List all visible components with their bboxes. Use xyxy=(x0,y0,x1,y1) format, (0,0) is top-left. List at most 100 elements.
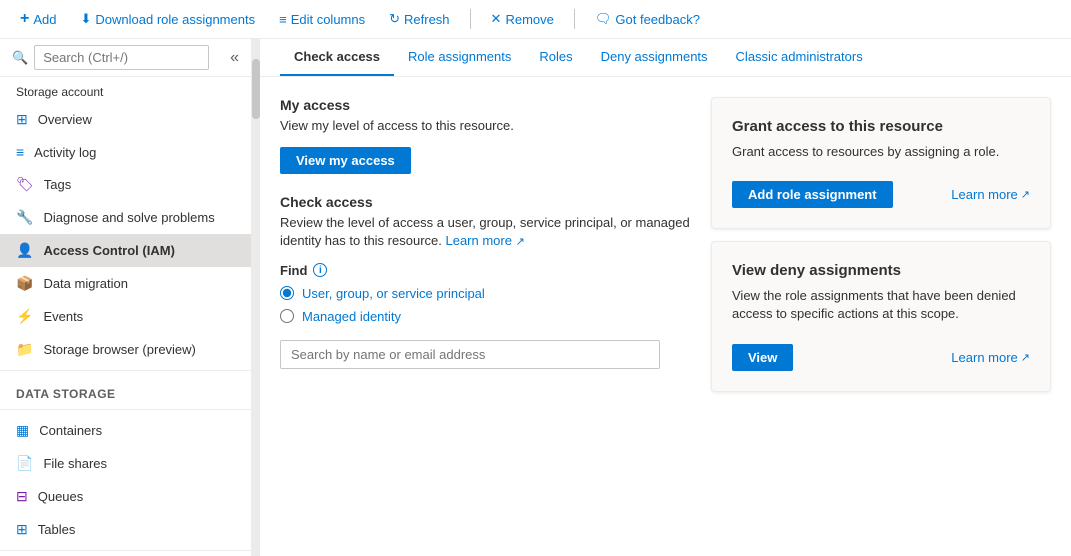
tag-icon: 🏷 xyxy=(16,176,34,193)
sidebar-divider-2 xyxy=(0,409,251,410)
remove-icon: ✕ xyxy=(491,11,502,27)
check-access-title: Check access xyxy=(280,194,691,210)
refresh-icon: ↻ xyxy=(389,11,400,27)
sidebar-scrollbar[interactable] xyxy=(252,39,260,556)
sidebar-item-fileshares-label: File shares xyxy=(43,456,107,471)
sidebar-item-browser[interactable]: 📁 Storage browser (preview) xyxy=(0,333,251,366)
toolbar: + Add ⬇ Download role assignments ≡ Edit… xyxy=(0,0,1071,39)
radio-managed-identity-input[interactable] xyxy=(280,309,294,323)
data-storage-header: Data storage xyxy=(0,375,251,405)
sidebar-divider-3 xyxy=(0,550,251,551)
add-button[interactable]: + Add xyxy=(12,6,64,32)
folder-icon: 📁 xyxy=(16,341,33,358)
sidebar-item-tables-label: Tables xyxy=(38,522,76,537)
refresh-button[interactable]: ↻ Refresh xyxy=(381,7,457,31)
sidebar-item-activity-log-label: Activity log xyxy=(34,145,96,160)
file-icon: 📄 xyxy=(16,455,33,472)
tab-classic-admins[interactable]: Classic administrators xyxy=(722,39,877,76)
collapse-button[interactable]: « xyxy=(230,49,239,67)
deny-card-footer: View Learn more ↗ xyxy=(732,344,1030,371)
grant-card-learn-more-link[interactable]: Learn more ↗ xyxy=(951,187,1030,202)
sidebar-item-migration[interactable]: 📦 Data migration xyxy=(0,267,251,300)
tab-roles[interactable]: Roles xyxy=(525,39,586,76)
find-label: Find i xyxy=(280,263,691,278)
radio-user-group[interactable]: User, group, or service principal xyxy=(280,286,691,301)
name-search-input[interactable] xyxy=(280,340,660,369)
add-role-assignment-button[interactable]: Add role assignment xyxy=(732,181,893,208)
edit-columns-button[interactable]: ≡ Edit columns xyxy=(271,8,373,31)
download-button[interactable]: ⬇ Download role assignments xyxy=(72,7,263,31)
right-panel: Grant access to this resource Grant acce… xyxy=(711,97,1051,536)
info-icon[interactable]: i xyxy=(313,263,327,277)
sidebar-item-overview[interactable]: ⊞ Overview xyxy=(0,103,251,136)
tab-deny-assignments[interactable]: Deny assignments xyxy=(587,39,722,76)
table-icon: ⊞ xyxy=(16,521,28,538)
sidebar-item-queues[interactable]: ⊟ Queues xyxy=(0,480,251,513)
feedback-button[interactable]: 🗨 Got feedback? xyxy=(587,7,708,31)
my-access-title: My access xyxy=(280,97,691,113)
view-deny-button[interactable]: View xyxy=(732,344,793,371)
deny-card-learn-more-link[interactable]: Learn more ↗ xyxy=(951,350,1030,365)
search-input[interactable] xyxy=(34,45,209,70)
storage-account-label: Storage account xyxy=(0,77,251,103)
bolt-icon: ⚡ xyxy=(16,308,33,325)
remove-button[interactable]: ✕ Remove xyxy=(483,7,562,31)
grant-card-title: Grant access to this resource xyxy=(732,118,1030,135)
check-access-desc: Review the level of access a user, group… xyxy=(280,214,691,251)
sidebar-item-iam[interactable]: 👤 Access Control (IAM) xyxy=(0,234,251,267)
external-link-icon: ↗ xyxy=(516,236,525,248)
columns-icon: ≡ xyxy=(279,12,287,27)
search-box: 🔍 « xyxy=(0,39,251,77)
download-label: Download role assignments xyxy=(95,12,255,27)
sidebar-item-activity-log[interactable]: ≡ Activity log xyxy=(0,136,251,168)
wrench-icon: 🔧 xyxy=(16,209,33,226)
sidebar-item-tags-label: Tags xyxy=(44,177,71,192)
content-body: My access View my level of access to thi… xyxy=(260,77,1071,556)
radio-user-group-input[interactable] xyxy=(280,286,294,300)
radio-group: User, group, or service principal Manage… xyxy=(280,286,691,324)
deny-card-title: View deny assignments xyxy=(732,262,1030,279)
sidebar-item-diagnose-label: Diagnose and solve problems xyxy=(43,210,214,225)
sidebar-item-tags[interactable]: 🏷 Tags xyxy=(0,168,251,201)
list-icon: ≡ xyxy=(16,144,24,160)
person-icon: 👤 xyxy=(16,242,33,259)
sidebar-divider-1 xyxy=(0,370,251,371)
refresh-label: Refresh xyxy=(404,12,450,27)
check-access-section: Check access Review the level of access … xyxy=(280,194,691,369)
sidebar-item-events[interactable]: ⚡ Events xyxy=(0,300,251,333)
left-panel: My access View my level of access to thi… xyxy=(280,97,691,536)
sidebar-item-overview-label: Overview xyxy=(38,112,92,127)
add-label: Add xyxy=(33,12,56,27)
sidebar-item-diagnose[interactable]: 🔧 Diagnose and solve problems xyxy=(0,201,251,234)
external-link-icon-2: ↗ xyxy=(1021,188,1030,201)
grant-card-footer: Add role assignment Learn more ↗ xyxy=(732,181,1030,208)
edit-columns-label: Edit columns xyxy=(291,12,365,27)
deny-card-desc: View the role assignments that have been… xyxy=(732,287,1030,323)
grant-access-card: Grant access to this resource Grant acce… xyxy=(711,97,1051,229)
search-icon: 🔍 xyxy=(12,50,28,66)
migrate-icon: 📦 xyxy=(16,275,33,292)
radio-managed-identity[interactable]: Managed identity xyxy=(280,309,691,324)
box-icon: ▦ xyxy=(16,422,29,439)
remove-label: Remove xyxy=(505,12,553,27)
sidebar-item-fileshares[interactable]: 📄 File shares xyxy=(0,447,251,480)
content-area: Check access Role assignments Roles Deny… xyxy=(260,39,1071,556)
sidebar-item-containers[interactable]: ▦ Containers xyxy=(0,414,251,447)
grid-icon: ⊞ xyxy=(16,111,28,128)
sidebar-scroll-thumb[interactable] xyxy=(252,59,260,119)
sidebar-item-events-label: Events xyxy=(43,309,83,324)
my-access-section: My access View my level of access to thi… xyxy=(280,97,691,174)
toolbar-divider-1 xyxy=(470,9,471,29)
my-access-desc: View my level of access to this resource… xyxy=(280,117,691,135)
sidebar-item-containers-label: Containers xyxy=(39,423,102,438)
sidebar-item-iam-label: Access Control (IAM) xyxy=(43,243,174,258)
check-access-learn-more-link[interactable]: Learn more ↗ xyxy=(445,233,524,248)
tab-role-assignments[interactable]: Role assignments xyxy=(394,39,525,76)
sidebar-item-queues-label: Queues xyxy=(38,489,84,504)
tab-check-access[interactable]: Check access xyxy=(280,39,394,76)
sidebar-item-tables[interactable]: ⊞ Tables xyxy=(0,513,251,546)
view-my-access-button[interactable]: View my access xyxy=(280,147,411,174)
sidebar-item-browser-label: Storage browser (preview) xyxy=(43,342,195,357)
plus-icon: + xyxy=(20,10,29,28)
download-icon: ⬇ xyxy=(80,11,91,27)
